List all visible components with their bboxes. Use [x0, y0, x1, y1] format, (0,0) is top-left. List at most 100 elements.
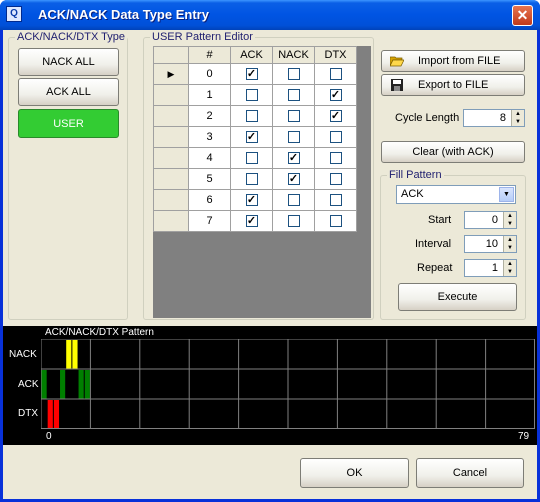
dtx-checkbox[interactable] — [329, 194, 342, 207]
spin-arrows-icon[interactable]: ▲ ▼ — [511, 110, 524, 126]
pattern-grid: # ACK NACK DTX ▶ 0 ✓ 1 ✓ 2 ✓ 3 ✓ 4 ✓ 5 ✓ 6 ✓ 7 ✓ — [153, 46, 371, 318]
cell-ack: ✓ — [230, 126, 273, 148]
table-row[interactable]: 1 ✓ — [153, 84, 357, 106]
table-row[interactable]: 2 ✓ — [153, 105, 357, 127]
title-bar[interactable]: Q ACK/NACK Data Type Entry ✕ — [0, 0, 540, 30]
chevron-down-icon[interactable]: ▼ — [499, 187, 514, 202]
x-start-label: 0 — [46, 431, 52, 442]
cancel-button[interactable]: Cancel — [416, 458, 524, 488]
dtx-checkbox[interactable] — [329, 152, 342, 165]
nack-checkbox[interactable] — [287, 215, 300, 228]
nack-all-button[interactable]: NACK ALL — [18, 48, 119, 76]
table-row[interactable]: 6 ✓ — [153, 189, 357, 211]
floppy-disk-icon — [390, 79, 404, 91]
row-label-dtx: DTX — [18, 408, 38, 419]
dtx-checkbox[interactable] — [329, 173, 342, 186]
pattern-table: # ACK NACK DTX ▶ 0 ✓ 1 ✓ 2 ✓ 3 ✓ 4 ✓ 5 ✓ 6 ✓ 7 ✓ — [153, 46, 357, 232]
import-from-file-button[interactable]: Import from FILE — [381, 50, 525, 72]
column-header-index[interactable]: # — [188, 46, 231, 64]
cell-dtx — [314, 126, 357, 148]
nack-checkbox[interactable] — [287, 194, 300, 207]
row-selector[interactable] — [153, 168, 189, 190]
row-index: 3 — [188, 126, 231, 148]
type-group-label: ACK/NACK/DTX Type — [15, 31, 127, 43]
ack-all-button[interactable]: ACK ALL — [18, 78, 119, 106]
dtx-checkbox[interactable] — [329, 68, 342, 81]
dtx-checkbox[interactable]: ✓ — [329, 89, 342, 102]
row-selector[interactable]: ▶ — [153, 63, 189, 85]
pattern-slot-nack — [66, 340, 72, 369]
row-index: 1 — [188, 84, 231, 106]
table-row[interactable]: 7 ✓ — [153, 210, 357, 232]
row-selector[interactable] — [153, 126, 189, 148]
x-end-label: 79 — [518, 431, 530, 442]
execute-button[interactable]: Execute — [398, 283, 517, 311]
export-to-file-button[interactable]: Export to FILE — [381, 74, 525, 96]
ack-checkbox[interactable] — [245, 110, 258, 123]
clear-with-ack-button[interactable]: Clear (with ACK) — [381, 141, 525, 163]
dtx-checkbox[interactable] — [329, 131, 342, 144]
cell-nack — [272, 126, 315, 148]
dtx-checkbox[interactable]: ✓ — [329, 110, 342, 123]
ack-checkbox[interactable]: ✓ — [245, 194, 258, 207]
ack-checkbox[interactable]: ✓ — [245, 68, 258, 81]
cell-nack — [272, 189, 315, 211]
nack-checkbox[interactable] — [287, 68, 300, 81]
row-selector[interactable] — [153, 84, 189, 106]
cycle-length-value: 8 — [499, 112, 506, 124]
fill-type-select[interactable]: ACK ▼ — [396, 185, 516, 204]
table-row[interactable]: 3 ✓ — [153, 126, 357, 148]
start-label: Start — [428, 214, 452, 226]
ok-button[interactable]: OK — [300, 458, 409, 488]
spin-arrows-icon[interactable]: ▲ ▼ — [503, 260, 516, 276]
cell-nack — [272, 105, 315, 127]
repeat-spinner[interactable]: 1 ▲ ▼ — [464, 259, 517, 277]
row-selector[interactable] — [153, 210, 189, 232]
nack-checkbox[interactable] — [287, 131, 300, 144]
column-header-nack[interactable]: NACK — [272, 46, 315, 64]
interval-spinner[interactable]: 10 ▲ ▼ — [464, 235, 517, 253]
cell-nack: ✓ — [272, 147, 315, 169]
export-label: Export to FILE — [418, 79, 489, 91]
nack-checkbox[interactable] — [287, 89, 300, 102]
cell-dtx — [314, 210, 357, 232]
pattern-slot-dtx — [53, 400, 60, 429]
cell-ack: ✓ — [230, 210, 273, 232]
ack-checkbox[interactable]: ✓ — [245, 215, 258, 228]
cycle-length-spinner[interactable]: 8 ▲ ▼ — [463, 109, 525, 127]
table-row[interactable]: ▶ 0 ✓ — [153, 63, 357, 85]
row-selector[interactable] — [153, 189, 189, 211]
ack-checkbox[interactable] — [245, 152, 258, 165]
ack-checkbox[interactable]: ✓ — [245, 131, 258, 144]
row-index: 2 — [188, 105, 231, 127]
ack-checkbox[interactable] — [245, 173, 258, 186]
pattern-chart — [41, 339, 535, 429]
spin-arrows-icon[interactable]: ▲ ▼ — [503, 212, 516, 228]
nack-checkbox[interactable]: ✓ — [287, 173, 300, 186]
spin-arrows-icon[interactable]: ▲ ▼ — [503, 236, 516, 252]
row-label-nack: NACK — [9, 349, 37, 360]
nack-checkbox[interactable]: ✓ — [287, 152, 300, 165]
column-header-dtx[interactable]: DTX — [314, 46, 357, 64]
close-button[interactable]: ✕ — [512, 5, 533, 26]
cell-nack: ✓ — [272, 168, 315, 190]
ack-checkbox[interactable] — [245, 89, 258, 102]
pattern-slot-ack — [78, 370, 84, 399]
corner-header — [153, 46, 189, 64]
cell-nack — [272, 210, 315, 232]
dialog-client: ACK/NACK/DTX Type NACK ALL ACK ALL USER … — [3, 30, 537, 499]
row-index: 4 — [188, 147, 231, 169]
user-button[interactable]: USER — [18, 109, 119, 138]
nack-checkbox[interactable] — [287, 110, 300, 123]
table-row[interactable]: 4 ✓ — [153, 147, 357, 169]
column-header-ack[interactable]: ACK — [230, 46, 273, 64]
cell-ack: ✓ — [230, 63, 273, 85]
row-selector[interactable] — [153, 105, 189, 127]
window-title: ACK/NACK Data Type Entry — [38, 7, 209, 22]
start-spinner[interactable]: 0 ▲ ▼ — [464, 211, 517, 229]
dtx-checkbox[interactable] — [329, 215, 342, 228]
row-selector[interactable] — [153, 147, 189, 169]
pattern-table-body: ▶ 0 ✓ 1 ✓ 2 ✓ 3 ✓ 4 ✓ 5 ✓ 6 ✓ 7 ✓ — [153, 63, 357, 232]
table-row[interactable]: 5 ✓ — [153, 168, 357, 190]
cell-dtx — [314, 147, 357, 169]
